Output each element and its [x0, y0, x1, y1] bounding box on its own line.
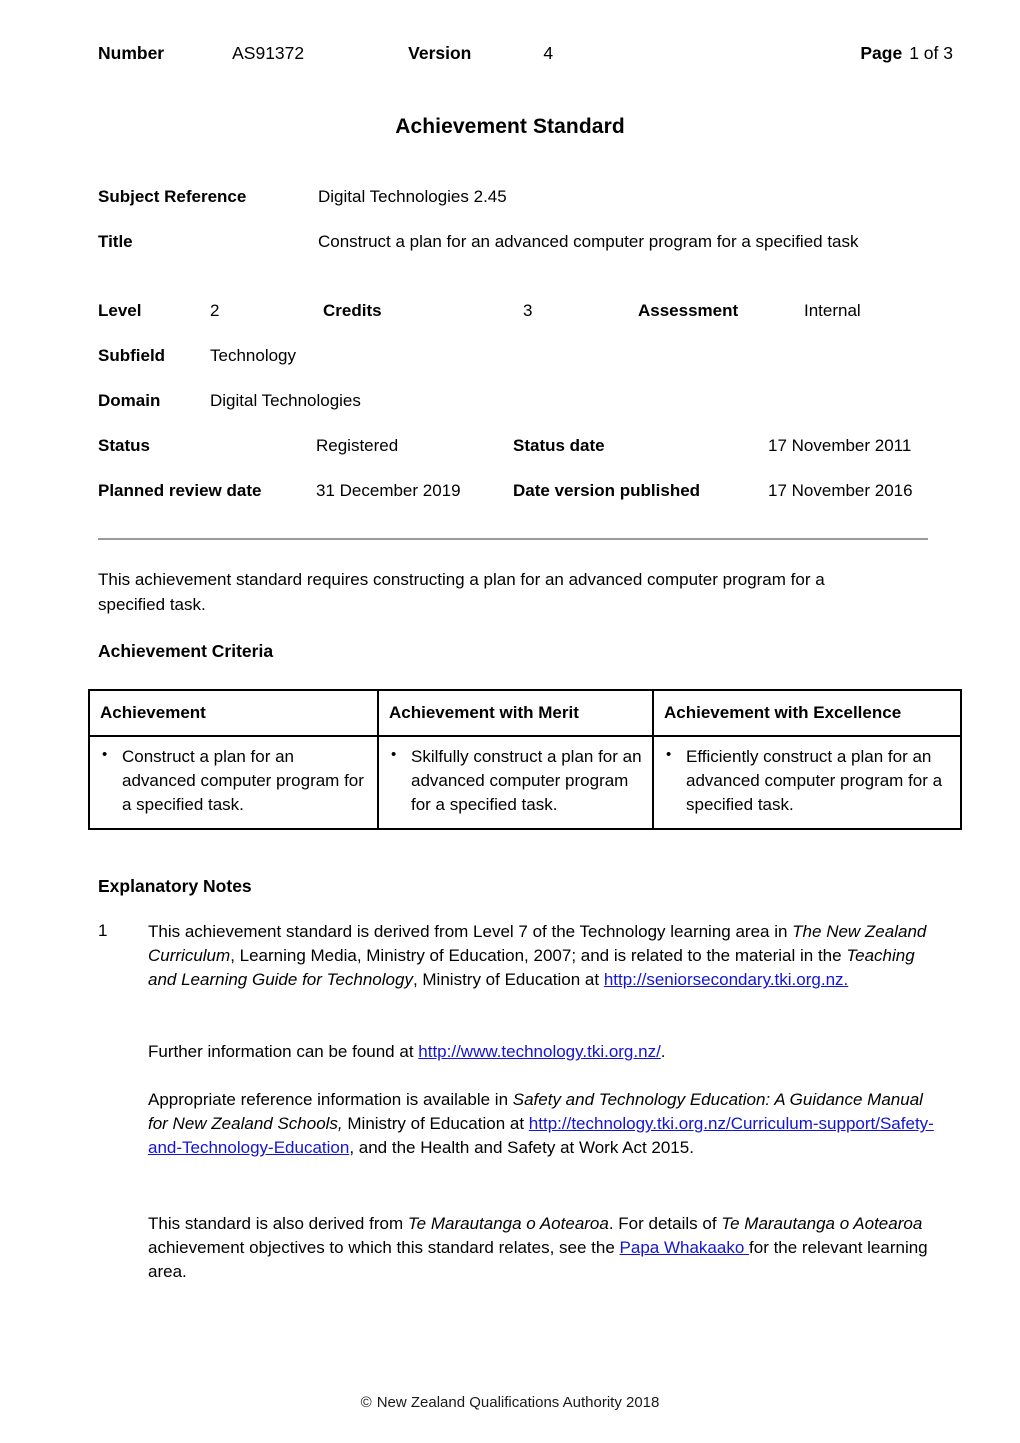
list-item: • Efficiently construct a plan for an ad… — [666, 745, 950, 817]
metadata-row-review-published: Planned review date 31 December 2019 Dat… — [98, 480, 958, 504]
header-version-group: Version 4 — [408, 42, 553, 66]
column-header-achievement: Achievement — [88, 688, 379, 738]
metadata-row-level-credits-assessment: Level 2 Credits 3 Assessment Internal — [98, 300, 958, 324]
achievement-criteria-heading: Achievement Criteria — [98, 641, 274, 661]
table-header-row: Achievement Achievement with Merit Achie… — [88, 688, 962, 738]
explanatory-note-1-para-3: Appropriate reference information is ava… — [98, 1088, 953, 1160]
list-item-text: Efficiently construct a plan for an adva… — [686, 747, 943, 815]
subject-reference-value: Digital Technologies 2.45 — [318, 187, 507, 206]
credits-label: Credits — [323, 301, 382, 320]
header-number-value: AS91372 — [232, 43, 305, 63]
note-text-part: Ministry of Education at — [342, 1114, 529, 1134]
metadata-row-title: Title Construct a plan for an advanced c… — [98, 231, 958, 279]
planned-review-date-value: 31 December 2019 — [316, 481, 461, 500]
explanatory-note-1-para-2: Further information can be found at http… — [98, 1040, 953, 1064]
criteria-list-merit: • Skilfully construct a plan for an adva… — [389, 745, 642, 817]
note-paragraph-4: This standard is also derived from Te Ma… — [148, 1212, 938, 1284]
assessment-value: Internal — [804, 301, 861, 320]
document-page: Number AS91372 Version 4 Page 1 of 3 Ach… — [0, 0, 1020, 1443]
list-item: • Construct a plan for an advanced compu… — [102, 745, 367, 817]
note-text-part: , and the Health and Safety at Work Act … — [349, 1138, 694, 1158]
list-item: • Skilfully construct a plan for an adva… — [391, 745, 642, 817]
link-seniorsecondary-tki[interactable]: http://seniorsecondary.tki.org.nz. — [604, 970, 848, 989]
header-version-value: 4 — [543, 43, 554, 63]
status-label: Status — [98, 436, 150, 455]
table-row: • Construct a plan for an advanced compu… — [88, 735, 962, 830]
note-text-part: , Ministry of Education at — [412, 970, 604, 990]
note-text-part: This standard is also derived from — [148, 1214, 408, 1233]
status-date-label: Status date — [513, 436, 605, 455]
achievement-criteria-table: Achievement Achievement with Merit Achie… — [88, 688, 962, 830]
header-page-value: 1 of 3 — [909, 43, 953, 63]
date-version-published-label: Date version published — [513, 481, 701, 500]
title-value: Construct a plan for an advanced compute… — [318, 232, 859, 251]
link-technology-tki[interactable]: http://www.technology.tki.org.nz/ — [418, 1042, 661, 1061]
metadata-row-domain: Domain Digital Technologies — [98, 390, 958, 414]
intro-paragraph: This achievement standard requires const… — [98, 570, 825, 614]
header-number-label: Number — [98, 43, 165, 63]
domain-value: Digital Technologies — [210, 391, 361, 410]
page-footer: © New Zealand Qualifications Authority 20… — [0, 1393, 1020, 1413]
domain-label: Domain — [98, 391, 161, 410]
criteria-list-achievement: • Construct a plan for an advanced compu… — [100, 745, 367, 817]
header-page-label: Page — [860, 43, 903, 63]
explanatory-note-1-para-4: This standard is also derived from Te Ma… — [98, 1212, 953, 1284]
note-paragraph-3: Appropriate reference information is ava… — [148, 1088, 938, 1160]
subfield-value: Technology — [210, 346, 297, 365]
explanatory-notes-heading: Explanatory Notes — [98, 876, 252, 896]
section-divider — [98, 538, 928, 540]
footer-text: New Zealand Qualifications Authority 201… — [376, 1394, 660, 1411]
cell-achievement: • Construct a plan for an advanced compu… — [88, 735, 379, 830]
cell-excellence: • Efficiently construct a plan for an ad… — [652, 735, 962, 830]
note-text-part: . For details of — [608, 1214, 722, 1233]
metadata-row-subject-reference: Subject Reference Digital Technologies 2… — [98, 186, 958, 210]
metadata-row-subfield: Subfield Technology — [98, 345, 958, 369]
bullet-icon: • — [391, 746, 397, 764]
header-number-group: Number AS91372 — [98, 42, 304, 66]
page-title: Achievement Standard — [395, 115, 625, 138]
list-item-text: Skilfully construct a plan for an advanc… — [411, 747, 642, 815]
link-papa-whakaako[interactable]: Papa Whakaako — [620, 1238, 749, 1257]
header-version-label: Version — [408, 43, 472, 63]
header-page-group: Page 1 of 3 — [860, 42, 953, 66]
subject-reference-label: Subject Reference — [98, 187, 247, 206]
note-text-part: achievement objectives to which this sta… — [148, 1238, 620, 1258]
status-date-value: 17 November 2011 — [768, 436, 912, 455]
note-paragraph-1: This achievement standard is derived fro… — [148, 920, 938, 992]
assessment-label: Assessment — [638, 301, 739, 320]
note-text-part: Appropriate reference information is ava… — [148, 1090, 513, 1109]
bullet-icon: • — [666, 746, 672, 764]
note-italic-te-marautanga-1: Te Marautanga o Aotearoa — [407, 1214, 609, 1233]
column-header-merit: Achievement with Merit — [377, 688, 654, 738]
credits-value: 3 — [523, 301, 533, 320]
document-header: Number AS91372 Version 4 Page 1 of 3 — [98, 42, 953, 66]
note-paragraph-2: Further information can be found at http… — [148, 1040, 938, 1064]
note-text-part: , Learning Media, Ministry of Education,… — [230, 946, 847, 966]
criteria-list-excellence: • Efficiently construct a plan for an ad… — [664, 745, 950, 817]
level-label: Level — [98, 301, 142, 320]
column-header-excellence: Achievement with Excellence — [652, 688, 962, 738]
status-value: Registered — [316, 436, 399, 455]
metadata-block: Subject Reference Digital Technologies 2… — [98, 186, 958, 525]
note-text-part: . — [660, 1042, 666, 1061]
title-label: Title — [98, 232, 133, 251]
planned-review-date-label: Planned review date — [98, 481, 262, 500]
note-text-part: This achievement standard is derived fro… — [148, 922, 793, 941]
note-number: 1 — [98, 921, 108, 940]
subfield-label: Subfield — [98, 346, 166, 365]
copyright-icon: © — [360, 1394, 372, 1411]
date-version-published-value: 17 November 2016 — [768, 481, 913, 500]
list-item-text: Construct a plan for an advanced compute… — [122, 747, 364, 815]
note-text-part: Further information can be found at — [148, 1042, 419, 1061]
metadata-row-status: Status Registered Status date 17 Novembe… — [98, 435, 958, 459]
bullet-icon: • — [102, 746, 108, 764]
explanatory-note-1: 1 This achievement standard is derived f… — [98, 920, 953, 992]
note-italic-te-marautanga-2: Te Marautanga o Aotearoa — [721, 1214, 923, 1233]
level-value: 2 — [210, 301, 220, 320]
cell-merit: • Skilfully construct a plan for an adva… — [377, 735, 654, 830]
